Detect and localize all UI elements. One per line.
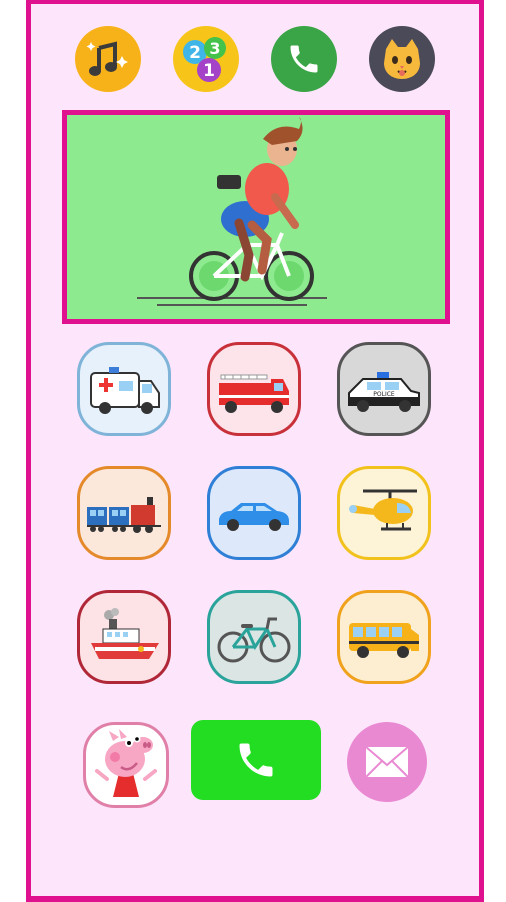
mail-button[interactable]	[347, 722, 427, 802]
phone-icon	[239, 743, 273, 777]
bicycle-tile[interactable]	[207, 590, 301, 684]
bicycle-icon	[217, 617, 291, 663]
police-car-tile[interactable]: POLICE	[337, 342, 431, 436]
fire-truck-tile[interactable]	[207, 342, 301, 436]
peppa-pig-icon	[95, 729, 157, 797]
numbers-123-icon: 2 3 1	[183, 37, 226, 82]
train-icon	[87, 497, 161, 533]
numbers-button[interactable]: 2 3 1	[173, 26, 239, 92]
helicopter-tile[interactable]	[337, 466, 431, 560]
cat-face-icon	[384, 39, 420, 79]
svg-text:2: 2	[189, 43, 201, 63]
call-button-top[interactable]	[271, 26, 337, 92]
svg-text:1: 1	[203, 61, 215, 81]
cyclist-illustration	[137, 117, 327, 306]
ship-icon	[91, 608, 159, 659]
call-button[interactable]	[191, 720, 321, 800]
car-icon	[219, 503, 289, 531]
video-player[interactable]	[62, 110, 450, 324]
peppa-button[interactable]	[83, 722, 169, 808]
phone-icon	[290, 45, 318, 73]
ambulance-icon	[90, 367, 160, 414]
music-button[interactable]	[75, 26, 141, 92]
helicopter-icon	[349, 489, 417, 531]
police-label: POLICE	[373, 391, 395, 398]
fire-truck-icon	[219, 374, 289, 413]
school-bus-tile[interactable]	[337, 590, 431, 684]
ambulance-tile[interactable]	[77, 342, 171, 436]
train-tile[interactable]	[77, 466, 171, 560]
svg-text:3: 3	[209, 39, 220, 58]
car-tile[interactable]	[207, 466, 301, 560]
phone-frame: 2 3 1 POLICE	[26, 0, 484, 902]
ship-tile[interactable]	[77, 590, 171, 684]
envelope-icon	[365, 746, 409, 778]
music-notes-icon	[86, 41, 128, 76]
police-car-icon: POLICE	[348, 372, 420, 412]
cat-button[interactable]	[369, 26, 435, 92]
school-bus-icon	[349, 623, 419, 658]
